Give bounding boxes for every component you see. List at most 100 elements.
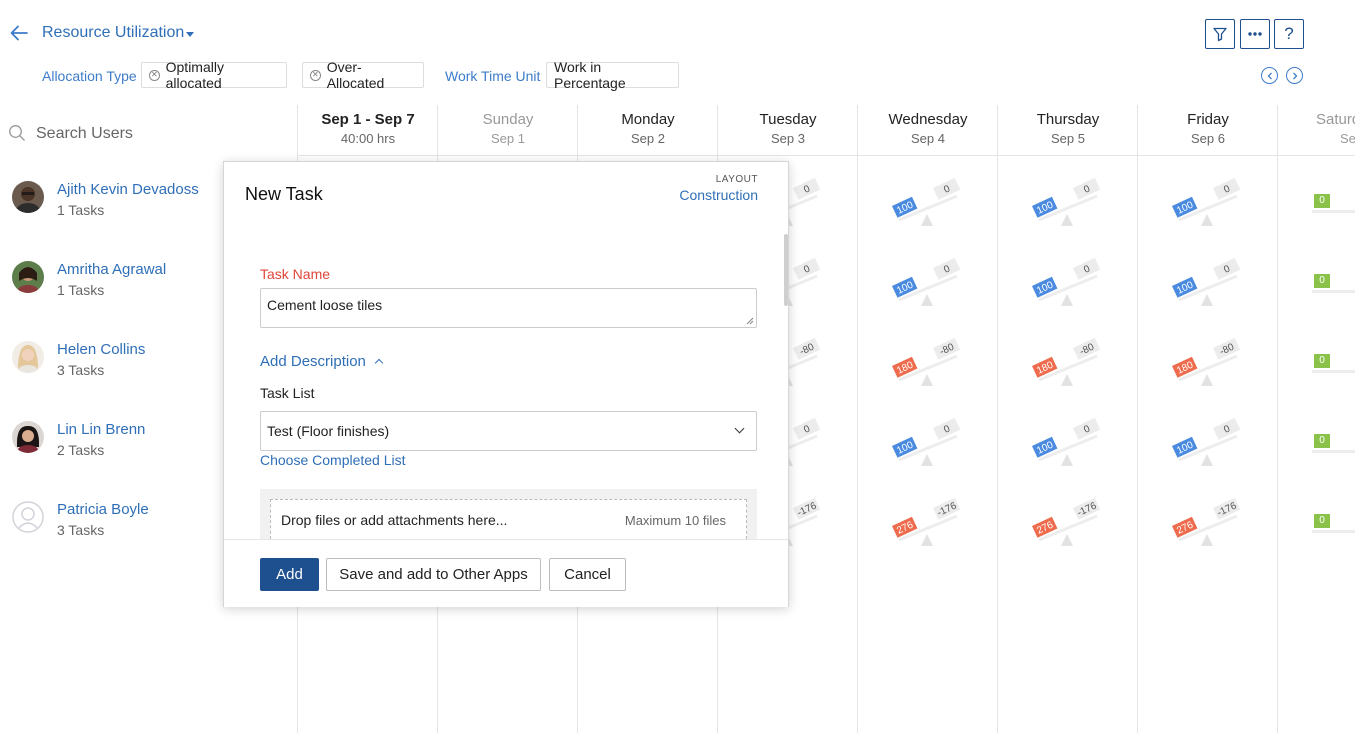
filter-button[interactable] [1205, 19, 1235, 49]
column-header: Saturday Sep 7 [1278, 105, 1355, 156]
allocation-gauge: 1000 [887, 257, 977, 314]
column-day: Monday [621, 111, 675, 128]
title-dropdown-icon[interactable] [186, 32, 194, 37]
dropzone-text: Drop files or add attachments here... [281, 512, 508, 528]
previous-week-button[interactable] [1261, 67, 1278, 84]
dropzone-limit: Maximum 10 files [624, 513, 726, 528]
chevron-right-icon [1292, 72, 1297, 79]
column-header: Sunday Sep 1 [438, 105, 578, 156]
allocation-gauge: 180-80 [887, 337, 977, 394]
user-task-count: 3 Tasks [57, 362, 105, 378]
ellipsis-icon [1248, 32, 1262, 36]
allocation-gauge: 180-80 [1167, 337, 1257, 394]
help-button[interactable]: ? [1274, 19, 1304, 49]
layout-label: LAYOUT [715, 174, 758, 185]
chip-over-allocated[interactable]: ✕ Over-Allocated [302, 59, 424, 91]
filter-icon [1213, 27, 1227, 42]
attachments-area: Drop files or add attachments here... Ma… [260, 489, 757, 539]
user-task-count: 3 Tasks [57, 522, 105, 538]
remove-chip-icon[interactable]: ✕ [149, 69, 160, 81]
allocation-gauge: 1000 [887, 417, 977, 474]
column-date: Sep 1 [491, 131, 525, 146]
user-name[interactable]: Patricia Boyle [57, 501, 149, 518]
allocation-gauge: 1000 [1027, 257, 1117, 314]
allocation-gauge: 276-176 [1167, 497, 1257, 554]
column-date: 40:00 hrs [340, 131, 396, 146]
resize-grip-icon[interactable] [746, 317, 754, 325]
user-name[interactable]: Amritha Agrawal [57, 261, 166, 278]
saturday-allocation-tag: 0 [1314, 514, 1330, 528]
saturday-gauge-beam [1312, 370, 1355, 373]
cancel-button[interactable]: Cancel [549, 558, 626, 591]
allocation-gauge: 1000 [887, 177, 977, 234]
allocation-gauge: 1000 [1167, 417, 1257, 474]
user-name[interactable]: Ajith Kevin Devadoss [57, 181, 199, 198]
column-header: Friday Sep 6 [1138, 105, 1278, 156]
column-date: Sep 7 [1340, 131, 1355, 146]
task-name-label: Task Name [260, 266, 331, 282]
task-list-label: Task List [260, 385, 315, 401]
dialog-scrollbar[interactable] [784, 234, 788, 306]
user-name[interactable]: Helen Collins [57, 341, 145, 358]
more-options-button[interactable] [1240, 19, 1270, 49]
search-input[interactable]: Search Users [36, 125, 133, 143]
chip-optimally-allocated[interactable]: ✕ Optimally allocated [141, 59, 287, 91]
new-task-dialog: New Task LAYOUT Construction Task Name C… [223, 161, 789, 607]
saturday-gauge-beam [1312, 290, 1355, 293]
back-arrow-icon[interactable] [8, 22, 30, 44]
avatar [12, 181, 44, 213]
saturday-allocation-tag: 0 [1314, 434, 1330, 448]
column-date: Sep 3 [771, 131, 805, 146]
column-header: Tuesday Sep 3 [718, 105, 858, 156]
allocation-gauge: 180-80 [1027, 337, 1117, 394]
filter-label-work-time-unit: Work Time Unit [445, 68, 541, 84]
user-name[interactable]: Lin Lin Brenn [57, 421, 145, 438]
save-and-add-other-apps-button[interactable]: Save and add to Other Apps [326, 558, 541, 591]
filter-label-allocation-type: Allocation Type [42, 68, 137, 84]
choose-completed-list-link[interactable]: Choose Completed List [260, 452, 406, 468]
avatar [12, 501, 44, 533]
dialog-title: New Task [245, 184, 323, 204]
column-date: Sep 2 [631, 131, 665, 146]
user-task-count: 2 Tasks [57, 442, 105, 458]
task-name-input[interactable]: Cement loose tiles [260, 288, 757, 328]
task-list-select[interactable]: Test (Floor finishes) [260, 411, 757, 451]
layout-selector[interactable]: Construction [679, 187, 758, 203]
avatar [12, 341, 44, 373]
next-week-button[interactable] [1286, 67, 1303, 84]
column-date: Sep 6 [1191, 131, 1225, 146]
saturday-gauge-beam [1312, 210, 1355, 213]
add-description-toggle[interactable]: Add Description [260, 353, 384, 370]
allocation-gauge: 1000 [1167, 177, 1257, 234]
column-day: Thursday [1036, 111, 1100, 128]
column-header: Monday Sep 2 [578, 105, 718, 156]
column-date: Sep 5 [1051, 131, 1085, 146]
chevron-up-icon [374, 358, 384, 368]
column-day: Sep 1 - Sep 7 [321, 111, 415, 128]
user-task-count: 1 Tasks [57, 202, 105, 218]
search-users[interactable]: Search Users [8, 124, 288, 146]
column-day: Saturday [1316, 111, 1355, 128]
saturday-allocation-tag: 0 [1314, 194, 1330, 208]
allocation-gauge: 1000 [1027, 177, 1117, 234]
search-icon [9, 125, 25, 141]
user-task-count: 1 Tasks [57, 282, 105, 298]
avatar [12, 261, 44, 293]
saturday-allocation-tag: 0 [1314, 274, 1330, 288]
top-bar: Resource Utilization ? Allocation Type ✕… [0, 0, 1355, 100]
saturday-gauge-beam [1312, 530, 1355, 533]
saturday-allocation-tag: 0 [1314, 354, 1330, 368]
page-title[interactable]: Resource Utilization [42, 24, 184, 42]
add-button[interactable]: Add [260, 558, 319, 591]
column-header: Sep 1 - Sep 7 40:00 hrs [298, 105, 438, 156]
column-header: Wednesday Sep 4 [858, 105, 998, 156]
allocation-gauge: 276-176 [1027, 497, 1117, 554]
attachment-dropzone[interactable]: Drop files or add attachments here... Ma… [270, 499, 747, 539]
column-date: Sep 4 [911, 131, 945, 146]
dialog-footer: Add Save and add to Other Apps Cancel [224, 539, 788, 607]
chip-work-in-percentage[interactable]: Work in Percentage [546, 59, 679, 91]
remove-chip-icon[interactable]: ✕ [310, 69, 321, 81]
allocation-gauge: 1000 [1027, 417, 1117, 474]
chevron-down-icon [734, 423, 745, 434]
column-day: Wednesday [888, 111, 968, 128]
